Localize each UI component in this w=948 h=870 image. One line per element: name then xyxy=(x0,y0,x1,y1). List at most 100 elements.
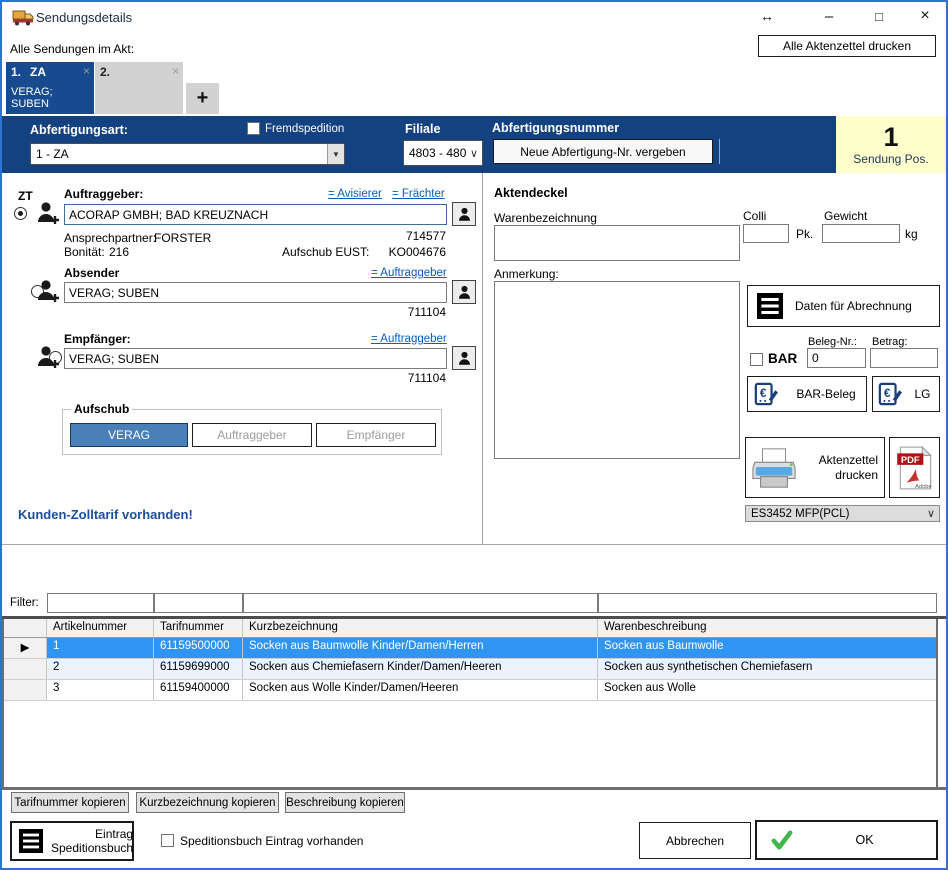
aktenzettel-drucken-button[interactable]: Aktenzettel drucken xyxy=(745,437,885,498)
abfertigungsart-value: 1 - ZA xyxy=(31,147,327,161)
beschreibung-kopieren-button[interactable]: Beschreibung kopieren xyxy=(285,792,405,813)
article-table: Artikelnummer Tarifnummer Kurzbezeichnun… xyxy=(2,619,938,787)
neue-abfertigungsnr-button[interactable]: Neue Abfertigung-Nr. vergeben xyxy=(493,139,713,164)
aufschub-eust-label: Aufschub EUST: xyxy=(282,245,369,259)
row-selector-icon[interactable]: ▶ xyxy=(4,638,47,658)
eintrag-speditionsbuch-button[interactable]: Eintrag Speditionsbuch xyxy=(10,821,134,861)
speditionsbuch-checkbox[interactable] xyxy=(161,834,174,847)
daten-abrechnung-button[interactable]: Daten für Abrechnung xyxy=(747,285,940,327)
printer-value: ES3452 MFP(PCL) xyxy=(746,508,927,520)
aufschub-empfaenger-button[interactable]: Empfänger xyxy=(316,423,436,447)
kg-label: kg xyxy=(905,227,918,241)
column-header-kurzbezeichnung[interactable]: Kurzbezeichnung xyxy=(243,619,598,637)
close-button[interactable]: × xyxy=(908,4,942,28)
filter-label: Filter: xyxy=(10,597,39,609)
resize-horizontal-icon: ↔ xyxy=(750,4,784,28)
aufschub-group: Aufschub VERAG Auftraggeber Empfänger xyxy=(62,409,442,455)
tab-line1: VERAG; xyxy=(11,86,53,98)
colli-input[interactable] xyxy=(743,224,789,243)
tarifnummer-kopieren-button[interactable]: Tarifnummer kopieren xyxy=(11,792,129,813)
person-add-icon[interactable] xyxy=(36,344,60,370)
gewicht-label: Gewicht xyxy=(824,209,867,223)
gewicht-input[interactable] xyxy=(822,224,900,243)
auftraggeber-input[interactable] xyxy=(64,204,447,225)
bar-checkbox[interactable] xyxy=(750,353,763,366)
tab-close-icon[interactable]: × xyxy=(83,64,90,78)
truck-icon xyxy=(12,9,34,26)
all-shipments-label: Alle Sendungen im Akt: xyxy=(10,42,134,56)
absender-auftraggeber-link[interactable]: = Auftraggeber xyxy=(371,267,447,279)
auftraggeber-contact-button[interactable] xyxy=(452,202,476,226)
empfaenger-contact-button[interactable] xyxy=(452,346,476,370)
filter-warenbeschreibung-input[interactable] xyxy=(598,593,937,613)
aufschub-verag-button[interactable]: VERAG xyxy=(70,423,188,447)
column-header-tarifnummer[interactable]: Tarifnummer xyxy=(154,619,243,637)
column-header-warenbeschreibung[interactable]: Warenbeschreibung xyxy=(598,619,936,637)
pdf-button[interactable]: PDF Adobe xyxy=(889,437,940,498)
person-icon xyxy=(457,350,472,366)
fraechter-link[interactable]: = Frächter xyxy=(392,188,445,200)
add-shipment-tab-button[interactable]: + xyxy=(186,83,219,114)
print-all-aktenzettel-button[interactable]: Alle Aktenzettel drucken xyxy=(758,35,936,57)
aufschub-auftraggeber-button[interactable]: Auftraggeber xyxy=(192,423,312,447)
table-row[interactable]: 2 61159699000 Socken aus Chemiefasern Ki… xyxy=(4,659,936,680)
absender-contact-button[interactable] xyxy=(452,280,476,304)
tab-number: 2. xyxy=(100,65,110,79)
empfaenger-auftraggeber-link[interactable]: = Auftraggeber xyxy=(371,333,447,345)
tab-code: ZA xyxy=(30,65,46,79)
person-add-icon[interactable] xyxy=(36,200,60,226)
printer-select[interactable]: ES3452 MFP(PCL) ∨ xyxy=(745,505,940,522)
abbrechen-button[interactable]: Abbrechen xyxy=(639,822,751,859)
tab-close-icon[interactable]: × xyxy=(172,64,179,78)
auftraggeber-number: 714577 xyxy=(406,229,446,243)
sendung-pos-count: 1 xyxy=(883,124,898,150)
beleg-nr-input[interactable] xyxy=(807,348,866,368)
beleg-nr-label: Beleg-Nr.: xyxy=(808,336,857,348)
bonitaet-value: 216 xyxy=(109,245,129,259)
fremdspedition-checkbox[interactable] xyxy=(247,122,260,135)
table-header-row: Artikelnummer Tarifnummer Kurzbezeichnun… xyxy=(4,619,936,638)
filter-kurzbezeichnung-input[interactable] xyxy=(243,593,598,613)
betrag-input[interactable] xyxy=(870,348,938,368)
filiale-select[interactable]: 4803 - 480 ∨ xyxy=(403,140,483,166)
cell-artikelnummer: 3 xyxy=(47,680,154,700)
list-icon xyxy=(757,293,783,319)
euro-doc-icon: € xyxy=(878,381,902,407)
tab-line2: SUBEN xyxy=(11,98,49,110)
filter-tarifnummer-input[interactable] xyxy=(154,593,243,613)
kurzbezeichnung-kopieren-button[interactable]: Kurzbezeichnung kopieren xyxy=(136,792,279,813)
svg-text:Adobe: Adobe xyxy=(915,483,932,489)
aufschub-eust-value: KO004676 xyxy=(389,245,446,259)
cell-kurzbezeichnung: Socken aus Baumwolle Kinder/Damen/Herren xyxy=(243,638,598,658)
table-row[interactable]: 3 61159400000 Socken aus Wolle Kinder/Da… xyxy=(4,680,936,701)
column-header-artikelnummer[interactable]: Artikelnummer xyxy=(47,619,154,637)
anmerkung-textarea[interactable] xyxy=(494,281,740,459)
bar-beleg-button[interactable]: € BAR-Beleg xyxy=(747,376,867,412)
person-add-icon[interactable] xyxy=(36,278,60,304)
warenbezeichnung-textarea[interactable] xyxy=(494,225,740,261)
dispatch-bar: Abfertigungsart: 1 - ZA ▼ Fremdspedition… xyxy=(2,116,946,173)
pdf-icon: PDF Adobe xyxy=(897,445,933,491)
printer-icon xyxy=(751,446,797,490)
abfertigungsart-select[interactable]: 1 - ZA ▼ xyxy=(30,143,345,165)
aktenzettel-label-line1: Aktenzettel xyxy=(819,453,878,467)
absender-input[interactable] xyxy=(64,282,447,303)
filter-artikelnummer-input[interactable] xyxy=(47,593,154,613)
speditionsbuch-checkbox-label: Speditionsbuch Eintrag vorhanden xyxy=(180,834,363,848)
dropdown-arrow-icon[interactable]: ▼ xyxy=(327,144,344,164)
abfertigungsnummer-label: Abfertigungsnummer xyxy=(492,121,619,135)
sendung-pos-panel: 1 Sendung Pos. xyxy=(836,116,946,173)
ok-button[interactable]: OK xyxy=(755,820,938,860)
lg-button[interactable]: € LG xyxy=(872,376,940,412)
maximize-button[interactable]: □ xyxy=(862,4,896,28)
cell-tarifnummer: 61159699000 xyxy=(154,659,243,679)
shipment-tab-1[interactable]: 1. ZA × VERAG; SUBEN xyxy=(6,62,94,114)
empfaenger-input[interactable] xyxy=(64,348,447,369)
pk-label: Pk. xyxy=(796,227,813,241)
minimize-button[interactable]: – xyxy=(812,4,846,28)
person-icon xyxy=(457,284,472,300)
table-row[interactable]: ▶ 1 61159500000 Socken aus Baumwolle Kin… xyxy=(4,638,936,659)
shipment-tab-2[interactable]: 2. × xyxy=(95,62,183,114)
auftraggeber-radio[interactable] xyxy=(14,207,27,220)
avisierer-link[interactable]: = Avisierer xyxy=(328,188,382,200)
